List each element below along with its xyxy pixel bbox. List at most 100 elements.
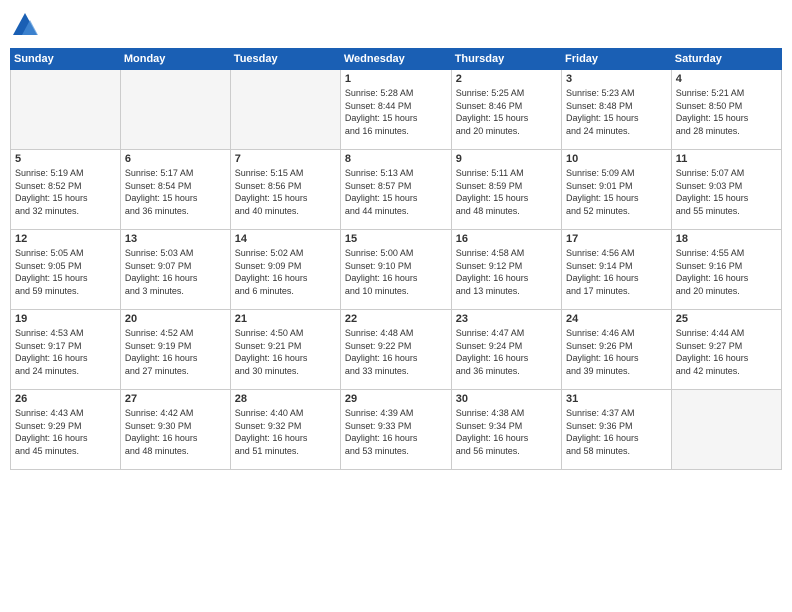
calendar-table: SundayMondayTuesdayWednesdayThursdayFrid… [10, 48, 782, 470]
day-info: Sunrise: 4:42 AM Sunset: 9:30 PM Dayligh… [125, 407, 226, 457]
weekday-header-monday: Monday [120, 49, 230, 70]
day-number: 3 [566, 73, 667, 85]
calendar-day-21: 21 Sunrise: 4:50 AM Sunset: 9:21 PM Dayli… [230, 310, 340, 390]
calendar-day-11: 11 Sunrise: 5:07 AM Sunset: 9:03 PM Dayli… [671, 150, 781, 230]
day-number: 27 [125, 393, 226, 405]
day-info: Sunrise: 4:37 AM Sunset: 9:36 PM Dayligh… [566, 407, 667, 457]
weekday-header-friday: Friday [562, 49, 672, 70]
weekday-header-wednesday: Wednesday [340, 49, 451, 70]
calendar-day-14: 14 Sunrise: 5:02 AM Sunset: 9:09 PM Dayli… [230, 230, 340, 310]
day-number: 28 [235, 393, 336, 405]
calendar-day-19: 19 Sunrise: 4:53 AM Sunset: 9:17 PM Dayli… [11, 310, 121, 390]
day-number: 24 [566, 313, 667, 325]
weekday-header-sunday: Sunday [11, 49, 121, 70]
day-number: 11 [676, 153, 777, 165]
day-info: Sunrise: 5:00 AM Sunset: 9:10 PM Dayligh… [345, 247, 447, 297]
day-number: 19 [15, 313, 116, 325]
weekday-header-tuesday: Tuesday [230, 49, 340, 70]
calendar-day-5: 5Sunrise: 5:19 AM Sunset: 8:52 PM Daylig… [11, 150, 121, 230]
day-number: 2 [456, 73, 557, 85]
day-number: 23 [456, 313, 557, 325]
day-info: Sunrise: 5:15 AM Sunset: 8:56 PM Dayligh… [235, 167, 336, 217]
day-info: Sunrise: 5:03 AM Sunset: 9:07 PM Dayligh… [125, 247, 226, 297]
calendar-day-9: 9 Sunrise: 5:11 AM Sunset: 8:59 PM Daylig… [451, 150, 561, 230]
calendar-day-12: 12 Sunrise: 5:05 AM Sunset: 9:05 PM Dayli… [11, 230, 121, 310]
day-info: Sunrise: 5:11 AM Sunset: 8:59 PM Dayligh… [456, 167, 557, 217]
day-number: 1 [345, 73, 447, 85]
day-info: Sunrise: 5:09 AM Sunset: 9:01 PM Dayligh… [566, 167, 667, 217]
day-number: 21 [235, 313, 336, 325]
calendar-day-30: 30 Sunrise: 4:38 AM Sunset: 9:34 PM Dayli… [451, 390, 561, 470]
day-info: Sunrise: 5:21 AM Sunset: 8:50 PM Dayligh… [676, 87, 777, 137]
calendar-day-23: 23 Sunrise: 4:47 AM Sunset: 9:24 PM Dayli… [451, 310, 561, 390]
weekday-header-saturday: Saturday [671, 49, 781, 70]
day-number: 26 [15, 393, 116, 405]
calendar-day-7: 7Sunrise: 5:15 AM Sunset: 8:56 PM Daylig… [230, 150, 340, 230]
day-number: 12 [15, 233, 116, 245]
calendar-empty-cell [120, 70, 230, 150]
day-number: 8 [345, 153, 447, 165]
day-info: Sunrise: 4:38 AM Sunset: 9:34 PM Dayligh… [456, 407, 557, 457]
calendar-day-2: 2 Sunrise: 5:25 AM Sunset: 8:46 PM Daylig… [451, 70, 561, 150]
day-number: 10 [566, 153, 667, 165]
calendar-week-row: 1Sunrise: 5:28 AM Sunset: 8:44 PM Daylig… [11, 70, 782, 150]
calendar-day-17: 17Sunrise: 4:56 AM Sunset: 9:14 PM Dayli… [562, 230, 672, 310]
day-info: Sunrise: 4:53 AM Sunset: 9:17 PM Dayligh… [15, 327, 116, 377]
day-info: Sunrise: 4:47 AM Sunset: 9:24 PM Dayligh… [456, 327, 557, 377]
calendar-day-25: 25Sunrise: 4:44 AM Sunset: 9:27 PM Dayli… [671, 310, 781, 390]
day-number: 16 [456, 233, 557, 245]
calendar-week-row: 19 Sunrise: 4:53 AM Sunset: 9:17 PM Dayli… [11, 310, 782, 390]
calendar-day-26: 26 Sunrise: 4:43 AM Sunset: 9:29 PM Dayli… [11, 390, 121, 470]
day-info: Sunrise: 4:50 AM Sunset: 9:21 PM Dayligh… [235, 327, 336, 377]
day-info: Sunrise: 4:46 AM Sunset: 9:26 PM Dayligh… [566, 327, 667, 377]
day-number: 22 [345, 313, 447, 325]
calendar-day-1: 1Sunrise: 5:28 AM Sunset: 8:44 PM Daylig… [340, 70, 451, 150]
calendar-empty-cell [11, 70, 121, 150]
day-number: 4 [676, 73, 777, 85]
calendar-week-row: 5Sunrise: 5:19 AM Sunset: 8:52 PM Daylig… [11, 150, 782, 230]
day-info: Sunrise: 4:43 AM Sunset: 9:29 PM Dayligh… [15, 407, 116, 457]
day-info: Sunrise: 5:05 AM Sunset: 9:05 PM Dayligh… [15, 247, 116, 297]
day-info: Sunrise: 4:48 AM Sunset: 9:22 PM Dayligh… [345, 327, 447, 377]
day-number: 20 [125, 313, 226, 325]
day-info: Sunrise: 5:02 AM Sunset: 9:09 PM Dayligh… [235, 247, 336, 297]
day-info: Sunrise: 5:25 AM Sunset: 8:46 PM Dayligh… [456, 87, 557, 137]
day-info: Sunrise: 5:13 AM Sunset: 8:57 PM Dayligh… [345, 167, 447, 217]
day-number: 9 [456, 153, 557, 165]
day-info: Sunrise: 4:52 AM Sunset: 9:19 PM Dayligh… [125, 327, 226, 377]
day-info: Sunrise: 4:39 AM Sunset: 9:33 PM Dayligh… [345, 407, 447, 457]
day-number: 29 [345, 393, 447, 405]
day-info: Sunrise: 4:58 AM Sunset: 9:12 PM Dayligh… [456, 247, 557, 297]
day-number: 25 [676, 313, 777, 325]
page: SundayMondayTuesdayWednesdayThursdayFrid… [0, 0, 792, 612]
weekday-header-thursday: Thursday [451, 49, 561, 70]
calendar-day-29: 29 Sunrise: 4:39 AM Sunset: 9:33 PM Dayli… [340, 390, 451, 470]
calendar-day-6: 6 Sunrise: 5:17 AM Sunset: 8:54 PM Daylig… [120, 150, 230, 230]
day-number: 30 [456, 393, 557, 405]
calendar-empty-cell [671, 390, 781, 470]
day-number: 5 [15, 153, 116, 165]
calendar-day-4: 4 Sunrise: 5:21 AM Sunset: 8:50 PM Daylig… [671, 70, 781, 150]
calendar-day-20: 20 Sunrise: 4:52 AM Sunset: 9:19 PM Dayli… [120, 310, 230, 390]
calendar-day-24: 24 Sunrise: 4:46 AM Sunset: 9:26 PM Dayli… [562, 310, 672, 390]
day-info: Sunrise: 5:07 AM Sunset: 9:03 PM Dayligh… [676, 167, 777, 217]
day-info: Sunrise: 4:56 AM Sunset: 9:14 PM Dayligh… [566, 247, 667, 297]
calendar-day-28: 28Sunrise: 4:40 AM Sunset: 9:32 PM Dayli… [230, 390, 340, 470]
calendar-day-22: 22 Sunrise: 4:48 AM Sunset: 9:22 PM Dayli… [340, 310, 451, 390]
calendar-week-row: 12 Sunrise: 5:05 AM Sunset: 9:05 PM Dayli… [11, 230, 782, 310]
calendar-day-31: 31 Sunrise: 4:37 AM Sunset: 9:36 PM Dayli… [562, 390, 672, 470]
calendar-day-10: 10 Sunrise: 5:09 AM Sunset: 9:01 PM Dayli… [562, 150, 672, 230]
calendar-day-15: 15 Sunrise: 5:00 AM Sunset: 9:10 PM Dayli… [340, 230, 451, 310]
logo-icon [10, 10, 40, 40]
logo [10, 10, 44, 40]
day-info: Sunrise: 4:55 AM Sunset: 9:16 PM Dayligh… [676, 247, 777, 297]
day-number: 15 [345, 233, 447, 245]
day-number: 14 [235, 233, 336, 245]
calendar-day-16: 16 Sunrise: 4:58 AM Sunset: 9:12 PM Dayli… [451, 230, 561, 310]
day-number: 13 [125, 233, 226, 245]
day-number: 31 [566, 393, 667, 405]
calendar-empty-cell [230, 70, 340, 150]
calendar-day-3: 3Sunrise: 5:23 AM Sunset: 8:48 PM Daylig… [562, 70, 672, 150]
day-info: Sunrise: 5:17 AM Sunset: 8:54 PM Dayligh… [125, 167, 226, 217]
day-number: 6 [125, 153, 226, 165]
